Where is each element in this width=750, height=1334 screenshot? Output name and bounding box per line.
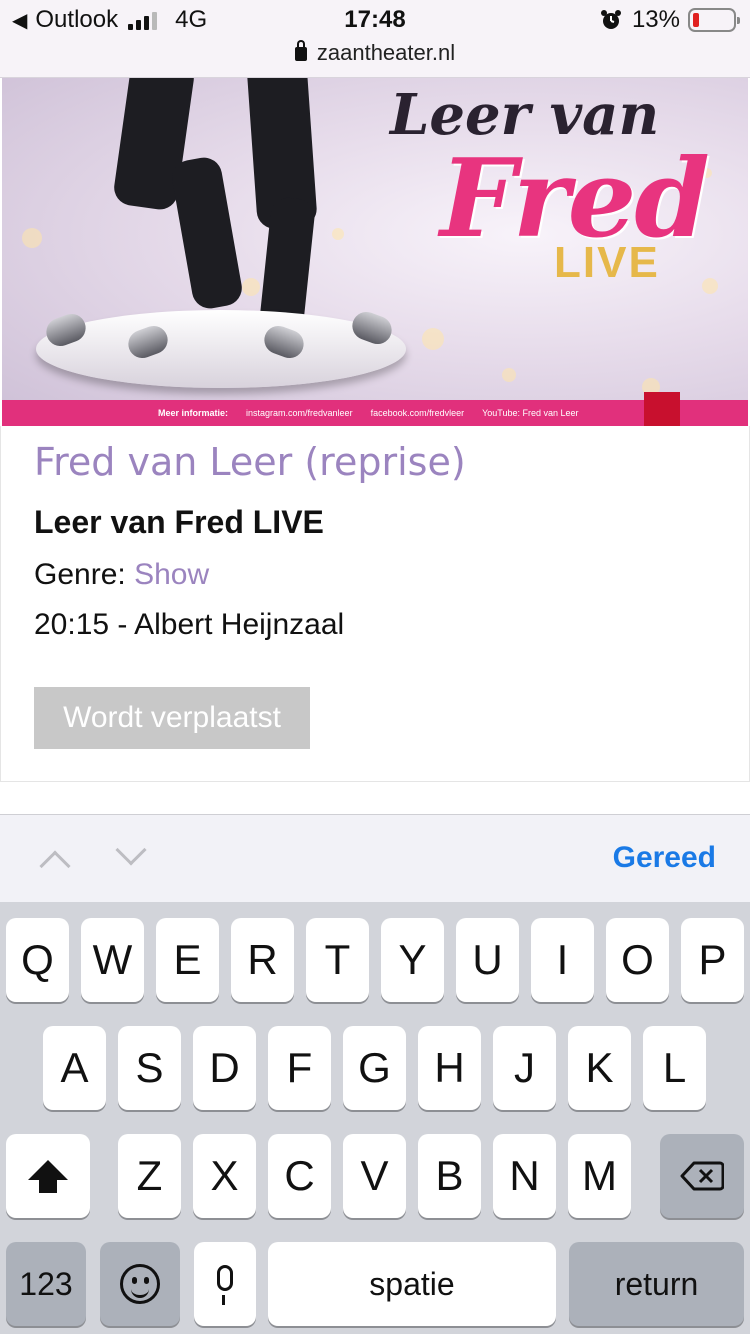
banner-title-line3: LIVE [554,238,660,287]
banner-info-strip: Meer informatie: instagram.com/fredvanle… [2,400,748,426]
next-field-chevron-down-icon[interactable] [115,834,147,866]
done-button[interactable]: Gereed [613,841,716,875]
instagram-link: instagram.com/fredvanleer [246,408,353,418]
space-key[interactable]: spatie [268,1242,556,1326]
shift-key[interactable] [6,1134,90,1218]
battery-icon [688,8,740,32]
key-i[interactable]: I [531,918,594,1002]
stage-platform [36,310,406,388]
emoji-icon [120,1264,160,1304]
banner-info-label: Meer informatie: [158,408,229,418]
battery-percent: 13% [631,6,680,33]
event-time-location: 20:15 - Albert Heijnzaal [34,608,345,641]
key-p[interactable]: P [681,918,744,1002]
key-r[interactable]: R [231,918,294,1002]
key-t[interactable]: T [306,918,369,1002]
shift-arrow-icon [28,1160,68,1193]
key-x[interactable]: X [193,1134,256,1218]
key-s[interactable]: S [118,1026,181,1110]
key-a[interactable]: A [43,1026,106,1110]
key-d[interactable]: D [193,1026,256,1110]
url-text[interactable]: zaantheater.nl [317,40,455,65]
event-artist[interactable]: Fred van Leer (reprise) [34,440,466,484]
key-f[interactable]: F [268,1026,331,1110]
key-k[interactable]: K [568,1026,631,1110]
event-banner-image: Leer van Fred LIVE Meer informatie: inst… [2,78,748,426]
youtube-link: YouTube: Fred van Leer [482,408,579,418]
key-z[interactable]: Z [118,1134,181,1218]
key-o[interactable]: O [606,918,669,1002]
onscreen-keyboard: Q W E R T Y U I O P A S D F G H J K L Z … [0,902,750,1334]
dictation-key[interactable] [194,1242,256,1326]
key-c[interactable]: C [268,1134,331,1218]
event-genre: Genre: Show [34,558,209,592]
key-v[interactable]: V [343,1134,406,1218]
genre-label: Genre: [34,558,126,591]
event-title: Leer van Fred LIVE [34,504,324,540]
emoji-key[interactable] [100,1242,180,1326]
lock-icon [294,40,307,61]
backspace-key[interactable] [660,1134,744,1218]
key-g[interactable]: G [343,1026,406,1110]
address-bar[interactable]: zaantheater.nl [0,40,750,66]
key-m[interactable]: M [568,1134,631,1218]
backspace-icon [680,1161,724,1191]
key-e[interactable]: E [156,918,219,1002]
facebook-link: facebook.com/fredvleer [370,408,465,418]
return-key[interactable]: return [569,1242,744,1326]
key-u[interactable]: U [456,918,519,1002]
genre-link[interactable]: Show [134,558,209,591]
status-right: 13% [600,6,740,34]
postponed-status-button: Wordt verplaatst [34,687,310,749]
key-h[interactable]: H [418,1026,481,1110]
key-y[interactable]: Y [381,918,444,1002]
key-b[interactable]: B [418,1134,481,1218]
key-n[interactable]: N [493,1134,556,1218]
key-q[interactable]: Q [6,918,69,1002]
microphone-icon [217,1265,233,1305]
key-j[interactable]: J [493,1026,556,1110]
previous-field-chevron-up-icon[interactable] [39,850,71,882]
key-l[interactable]: L [643,1026,706,1110]
producer-logo [644,392,680,426]
status-bar: ◀ Outlook 4G 17:48 13% zaantheater.nl [0,0,750,78]
key-w[interactable]: W [81,918,144,1002]
alarm-clock-icon [600,10,621,29]
keyboard-toolbar: Gereed [0,814,750,902]
numbers-key[interactable]: 123 [6,1242,86,1326]
